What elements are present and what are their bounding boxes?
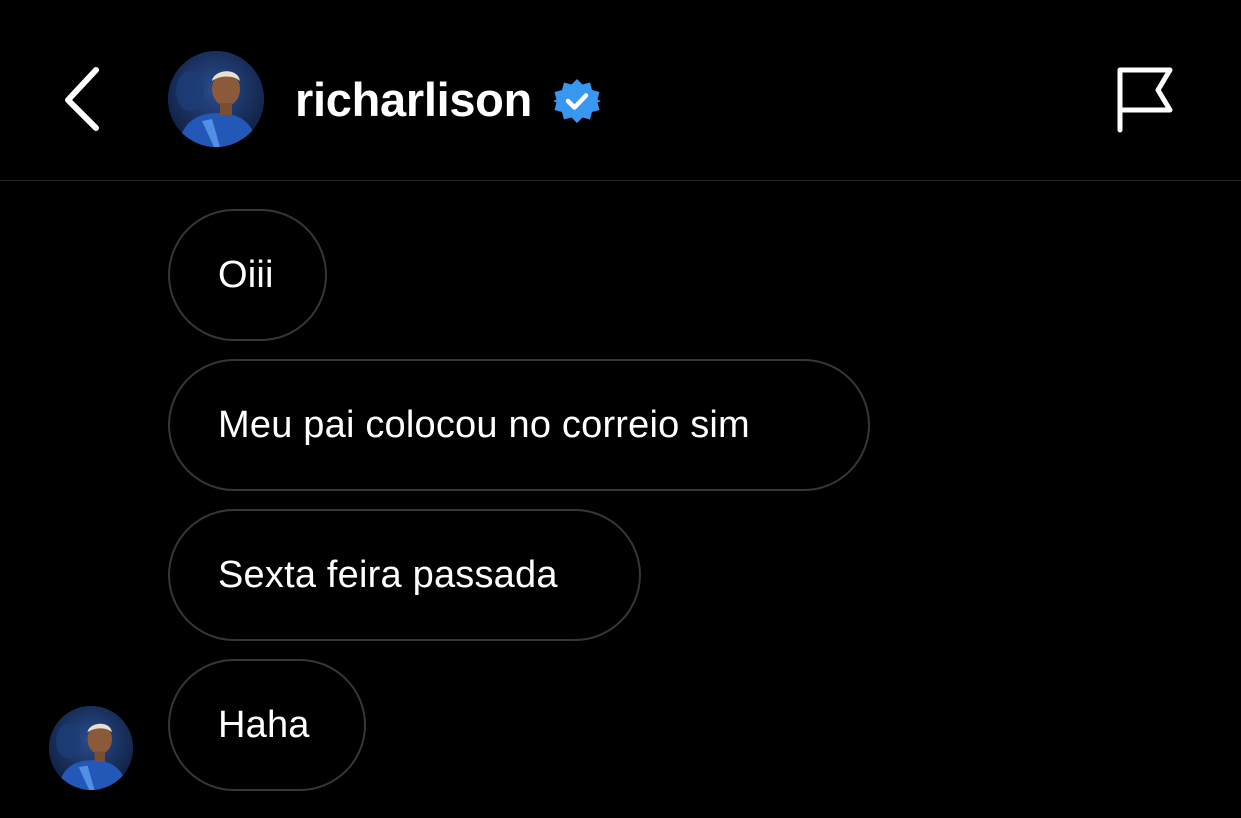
- chat-header: richarlison: [0, 0, 1241, 181]
- message-text: Sexta feira passada: [218, 554, 558, 596]
- chevron-left-icon: [65, 67, 99, 131]
- message-bubble[interactable]: Oiii: [168, 209, 327, 341]
- sender-avatar[interactable]: [49, 706, 133, 790]
- message-text: Haha: [218, 704, 310, 746]
- username[interactable]: richarlison: [295, 68, 532, 132]
- message-text: Meu pai colocou no correio sim: [218, 404, 750, 446]
- avatar-image: [49, 706, 133, 790]
- flag-icon: [1117, 67, 1173, 133]
- verified-badge-icon: [553, 79, 601, 123]
- message-bubble[interactable]: Meu pai colocou no correio sim: [168, 359, 870, 491]
- report-button[interactable]: [1108, 60, 1178, 136]
- avatar-image: [168, 51, 264, 147]
- profile-avatar[interactable]: [168, 51, 264, 147]
- message-text: Oiii: [218, 254, 274, 296]
- message-bubble[interactable]: Sexta feira passada: [168, 509, 641, 641]
- back-button[interactable]: [52, 62, 112, 134]
- message-bubble[interactable]: Haha: [168, 659, 366, 791]
